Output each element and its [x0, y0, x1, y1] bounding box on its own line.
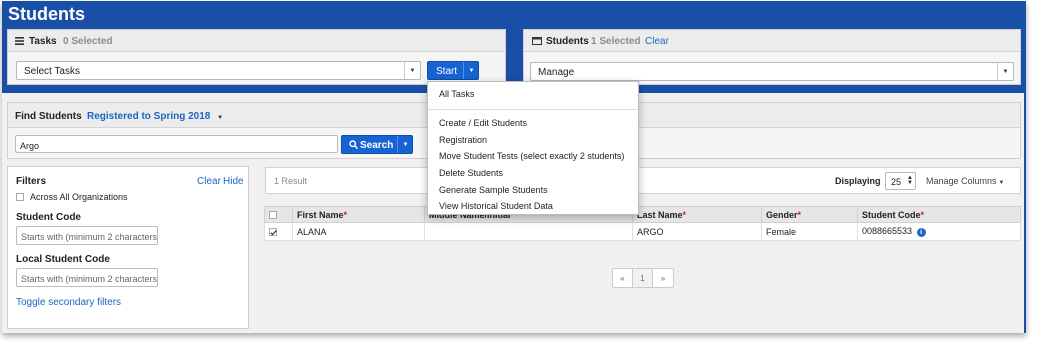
filters-title: Filters	[16, 176, 47, 187]
search-icon	[349, 140, 359, 150]
cell-student-code: 0088665533 i	[857, 222, 1021, 241]
search-input[interactable]: Argo	[15, 135, 338, 153]
menu-divider	[428, 109, 638, 110]
student-code-label: Student Code	[16, 212, 81, 223]
tasks-dropdown-menu: All Tasks Create / Edit Students Registr…	[427, 81, 639, 215]
filters-sidebar: Filters Clear Hide Across All Organizati…	[7, 166, 249, 329]
column-header-gender[interactable]: Gender*	[761, 206, 858, 223]
manage-select[interactable]: Manage ▼	[530, 62, 1014, 81]
manage-select-value: Manage	[538, 67, 575, 78]
students-panel-header: Students 1 Selected Clear	[524, 30, 1020, 52]
start-button-label: Start	[436, 66, 458, 77]
local-code-input[interactable]: Starts with (minimum 2 characters)	[16, 268, 158, 287]
menu-item-generate-sample-students[interactable]: Generate Sample Students	[439, 185, 548, 195]
table-row[interactable]: ALANA ARGO Female 0088665533 i	[264, 222, 1021, 241]
across-orgs-label: Across All Organizations	[30, 192, 128, 202]
students-panel: Students 1 Selected Clear Manage ▼	[523, 29, 1021, 85]
menu-item-all-tasks[interactable]: All Tasks	[439, 89, 474, 99]
app-window: Students Tasks 0 Selected Select Tasks ▼…	[2, 1, 1026, 333]
menu-item-delete-students[interactable]: Delete Students	[439, 168, 503, 178]
menu-item-create-edit-students[interactable]: Create / Edit Students	[439, 118, 527, 128]
toggle-secondary-filters-link[interactable]: Toggle secondary filters	[16, 297, 121, 308]
page-title: Students	[8, 4, 86, 24]
column-last-name-label: Last Name	[637, 209, 683, 220]
caret-down-icon: ▼	[404, 62, 420, 79]
search-button-label: Search	[360, 140, 394, 151]
column-header-last-name[interactable]: Last Name*	[632, 206, 762, 223]
find-students-label: Find Students	[15, 111, 82, 122]
across-orgs-checkbox[interactable]	[16, 192, 24, 203]
students-clear-link[interactable]: Clear	[645, 36, 669, 47]
search-caret-icon[interactable]: ▼	[397, 136, 413, 153]
manage-columns-button[interactable]: Manage Columns ▼	[926, 176, 1005, 186]
cell-first-name: ALANA	[292, 222, 425, 241]
tasks-icon	[15, 37, 24, 45]
select-all-header[interactable]	[264, 206, 293, 223]
student-code-input[interactable]: Starts with (minimum 2 characters)	[16, 226, 158, 245]
filters-clear-link[interactable]: Clear	[197, 176, 221, 187]
menu-item-registration[interactable]: Registration	[439, 135, 487, 145]
local-code-label: Local Student Code	[16, 254, 110, 265]
registered-filter-label: Registered to Spring 2018	[87, 111, 211, 122]
cell-last-name: ARGO	[632, 222, 762, 241]
caret-down-icon: ▼	[997, 63, 1013, 80]
search-button[interactable]: Search ▼	[341, 135, 413, 154]
column-gender-label: Gender	[766, 209, 798, 220]
students-icon	[532, 37, 542, 45]
column-header-first-name[interactable]: First Name*	[292, 206, 425, 223]
info-icon[interactable]: i	[916, 227, 926, 237]
students-label: Students	[546, 36, 589, 47]
caret-down-icon: ▼	[998, 180, 1005, 186]
tasks-selected-count: 0 Selected	[63, 36, 113, 47]
column-student-code-label: Student Code	[862, 209, 921, 220]
select-all-checkbox[interactable]	[269, 211, 277, 220]
pager-prev[interactable]: «	[613, 269, 633, 287]
menu-item-view-historical-data[interactable]: View Historical Student Data	[439, 201, 553, 211]
start-button[interactable]: Start ▼	[427, 61, 479, 80]
pager-page-1[interactable]: 1	[633, 269, 653, 287]
cell-middle-name	[424, 222, 633, 241]
cell-gender: Female	[761, 222, 858, 241]
pagination: « 1 »	[612, 268, 674, 288]
table-header-row: First Name* Middle Name/Initial Last Nam…	[264, 206, 1021, 223]
manage-columns-label: Manage Columns	[926, 176, 997, 186]
tasks-panel-header: Tasks 0 Selected	[8, 30, 505, 52]
row-checkbox[interactable]	[269, 228, 277, 237]
results-bar: 1 Result Displaying 25 ▲ ▼ Manage Columns…	[265, 167, 1021, 194]
registered-filter-link[interactable]: Registered to Spring 2018 ▼	[87, 111, 223, 122]
pager-next[interactable]: »	[653, 269, 673, 287]
students-table: First Name* Middle Name/Initial Last Nam…	[264, 206, 1021, 241]
row-select-cell[interactable]	[264, 222, 293, 241]
tasks-label: Tasks	[29, 36, 57, 47]
sort-icon: ▲ ▼	[907, 175, 913, 186]
page-size-value: 25	[891, 177, 902, 187]
column-first-name-label: First Name	[297, 209, 344, 220]
displaying-label: Displaying	[835, 176, 881, 186]
student-code-value: 0088665533	[862, 226, 913, 237]
page-size-select[interactable]: 25 ▲ ▼	[885, 172, 916, 190]
column-header-student-code[interactable]: Student Code*	[857, 206, 1021, 223]
caret-down-icon: ▼	[217, 115, 224, 121]
result-count: 1 Result	[274, 176, 308, 186]
menu-item-move-student-tests[interactable]: Move Student Tests (select exactly 2 stu…	[439, 151, 624, 161]
tasks-select[interactable]: Select Tasks ▼	[16, 61, 421, 80]
students-selected-count: 1 Selected	[591, 36, 641, 47]
frame-edge	[1024, 93, 1026, 333]
tasks-select-value: Select Tasks	[24, 66, 80, 77]
start-caret-icon[interactable]: ▼	[463, 62, 479, 79]
filters-hide-link[interactable]: Hide	[223, 176, 244, 187]
tasks-panel: Tasks 0 Selected Select Tasks ▼ Start ▼	[7, 29, 506, 85]
